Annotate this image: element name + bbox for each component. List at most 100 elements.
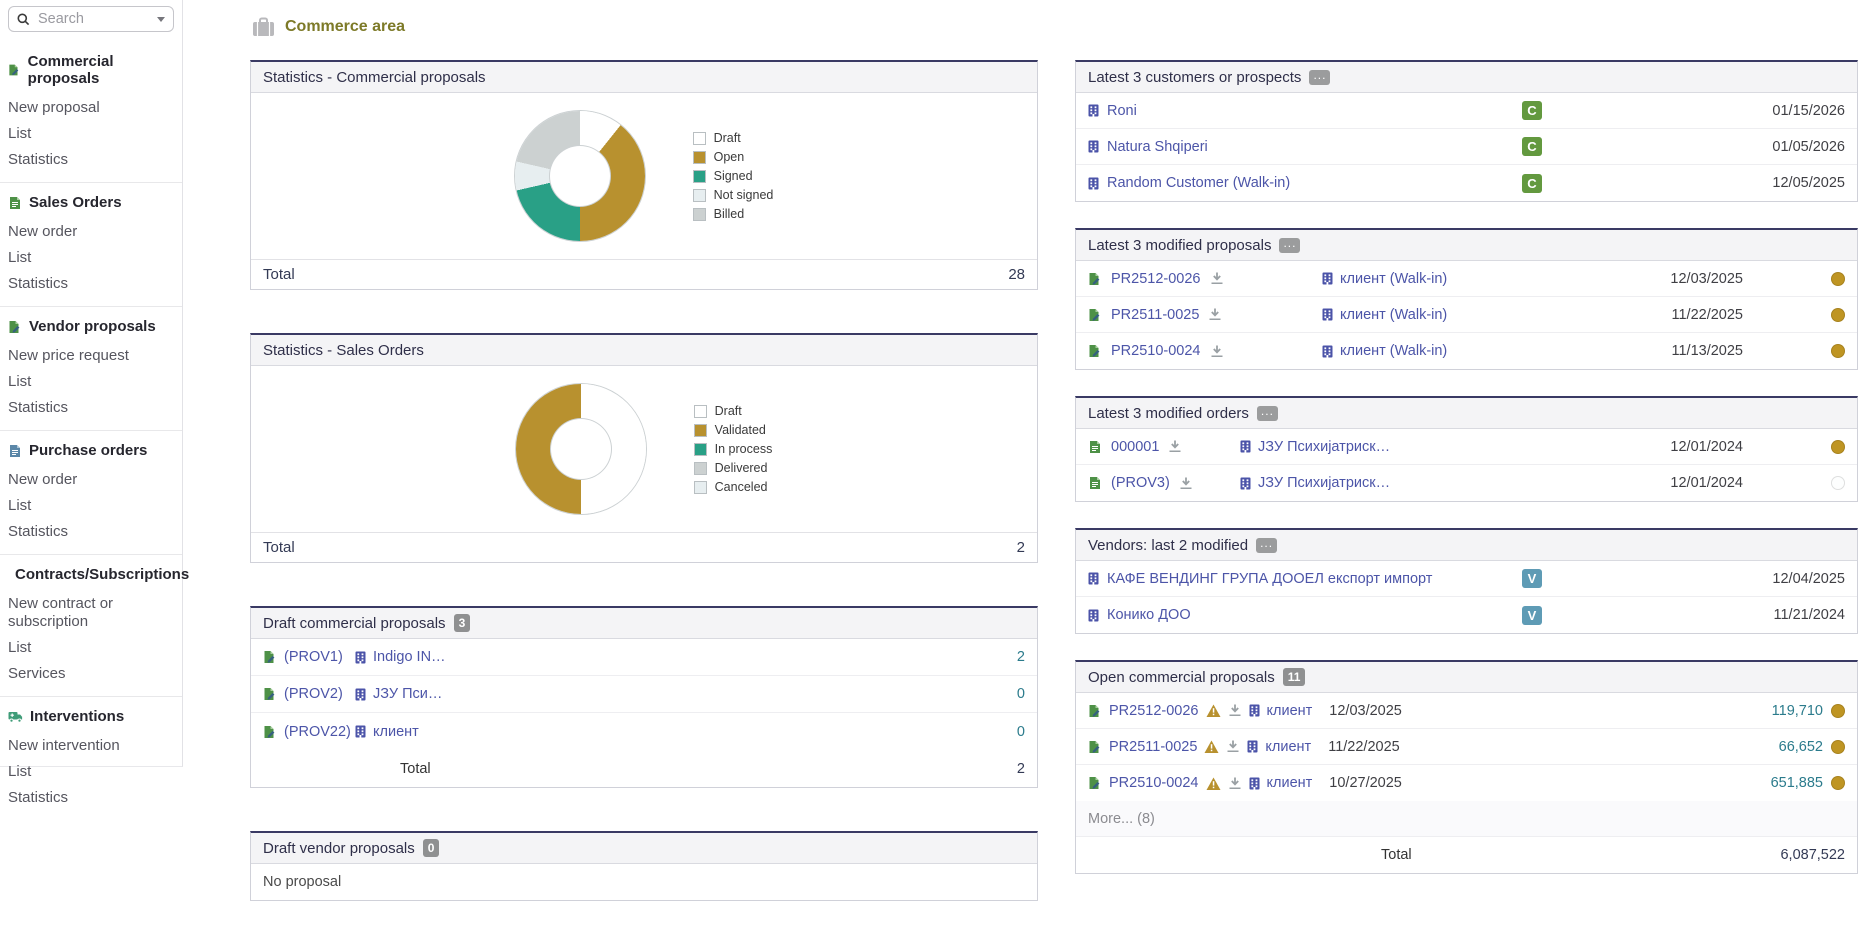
company-link[interactable]: ЈЗУ Пси… xyxy=(373,686,442,702)
download-icon[interactable] xyxy=(1228,704,1242,717)
proposal-ref-link[interactable]: PR2512-0026 xyxy=(1109,703,1199,719)
order-ref-link[interactable]: (PROV3) xyxy=(1111,475,1170,491)
sidebar-heading-purchase-orders[interactable]: Purchase orders xyxy=(0,440,182,461)
proposal-icon xyxy=(1089,308,1100,321)
customer-link[interactable]: Natura Shqiperi xyxy=(1107,139,1208,155)
draft-proposals-list: (PROV1) Indigo IN… 2 (PROV2) ЈЗУ Пси… 0 … xyxy=(251,639,1037,750)
sidebar-item[interactable]: List xyxy=(0,635,182,661)
building-icon xyxy=(1240,440,1251,453)
proposal-ref-link[interactable]: PR2511-0025 xyxy=(1109,739,1197,755)
building-icon xyxy=(1088,572,1099,585)
sidebar-item[interactable]: List xyxy=(0,245,182,271)
sidebar-item[interactable]: List xyxy=(0,493,182,519)
customer-link[interactable]: Random Customer (Walk-in) xyxy=(1107,175,1290,191)
modified-order-row[interactable]: (PROV3) ЈЗУ Психијатриск… 12/01/2024 xyxy=(1076,465,1857,501)
sidebar: Commercial proposals New proposalListSta… xyxy=(0,0,189,806)
sidebar-heading-label: Commercial proposals xyxy=(27,53,114,87)
vendor-row[interactable]: Конико ДОО V 11/21/2024 xyxy=(1076,597,1857,633)
download-icon[interactable] xyxy=(1168,440,1182,453)
draft-proposal-row[interactable]: (PROV22) клиент 0 xyxy=(251,713,1037,750)
proposal-ref-link[interactable]: (PROV22) xyxy=(284,724,351,740)
proposal-ref-link[interactable]: PR2510-0024 xyxy=(1109,775,1199,791)
sidebar-item[interactable]: New intervention xyxy=(0,733,182,759)
sidebar-item[interactable]: List xyxy=(0,121,182,147)
proposal-count-value[interactable]: 2 xyxy=(1017,649,1025,665)
proposal-count-value[interactable]: 0 xyxy=(1017,686,1025,702)
vendor-row[interactable]: КАФЕ ВЕНДИНГ ГРУПА ДООЕЛ експорт импорт … xyxy=(1076,561,1857,597)
proposal-amount[interactable]: 119,710 xyxy=(1772,703,1823,719)
proposal-count-value[interactable]: 0 xyxy=(1017,724,1025,740)
company-link[interactable]: клиент (Walk-in) xyxy=(1340,343,1447,359)
modified-order-row[interactable]: 000001 ЈЗУ Психијатриск… 12/01/2024 xyxy=(1076,429,1857,465)
sidebar-heading-interventions[interactable]: Interventions xyxy=(0,706,182,727)
proposal-ref-link[interactable]: PR2511-0025 xyxy=(1111,307,1199,323)
proposal-ref-link[interactable]: (PROV1) xyxy=(284,649,343,665)
sidebar-item[interactable]: New proposal xyxy=(0,95,182,121)
sidebar-item[interactable]: New contract or subscription xyxy=(0,591,182,635)
proposal-date: 12/03/2025 xyxy=(1329,702,1402,719)
sidebar-item[interactable]: Statistics xyxy=(0,147,182,173)
proposal-ref-link[interactable]: (PROV2) xyxy=(284,686,343,702)
company-link[interactable]: клиент xyxy=(1265,739,1311,755)
ellipsis-menu-icon[interactable]: ... xyxy=(1256,405,1278,421)
modified-proposal-row[interactable]: PR2511-0025 клиент (Walk-in) 11/22/2025 xyxy=(1076,297,1857,333)
draft-proposal-row[interactable]: (PROV1) Indigo IN… 2 xyxy=(251,639,1037,676)
customer-row[interactable]: Random Customer (Walk-in) C 12/05/2025 xyxy=(1076,165,1857,201)
company-link[interactable]: ЈЗУ Психијатриск… xyxy=(1258,475,1390,491)
open-proposal-row[interactable]: PR2512-0026 клиент 12/03/2025 119,710 xyxy=(1076,693,1857,729)
download-icon[interactable] xyxy=(1226,740,1240,753)
open-proposal-row[interactable]: PR2511-0025 клиент 11/22/2025 66,652 xyxy=(1076,729,1857,765)
company-link[interactable]: клиент xyxy=(1267,775,1313,791)
company-link[interactable]: клиент xyxy=(373,724,419,740)
company-link[interactable]: Indigo IN… xyxy=(373,649,446,665)
sidebar-item[interactable]: Statistics xyxy=(0,271,182,297)
draft-proposal-row[interactable]: (PROV2) ЈЗУ Пси… 0 xyxy=(251,676,1037,713)
open-proposal-info: PR2510-0024 клиент 10/27/2025 xyxy=(1088,775,1402,791)
sidebar-item[interactable]: New order xyxy=(0,467,182,493)
sidebar-section-vendor-proposals: Vendor proposals New price request List St… xyxy=(0,306,182,430)
company-link[interactable]: клиент (Walk-in) xyxy=(1340,271,1447,287)
customer-row[interactable]: Roni C 01/15/2026 xyxy=(1076,93,1857,129)
sidebar-item[interactable]: List xyxy=(0,759,182,785)
download-icon[interactable] xyxy=(1228,777,1242,790)
sidebar-item[interactable]: Statistics xyxy=(0,395,182,421)
download-icon[interactable] xyxy=(1208,308,1222,321)
search-input[interactable] xyxy=(36,10,151,28)
vendor-link[interactable]: Конико ДОО xyxy=(1107,607,1191,623)
sidebar-item[interactable]: Services xyxy=(0,661,182,687)
sidebar-heading-sales-orders[interactable]: Sales Orders xyxy=(0,192,182,213)
customer-link[interactable]: Roni xyxy=(1107,103,1137,119)
sidebar-item[interactable]: New order xyxy=(0,219,182,245)
search-dropdown-caret-icon[interactable] xyxy=(157,16,165,22)
more-row: More... (8) xyxy=(1076,801,1857,837)
proposal-ref-link[interactable]: PR2510-0024 xyxy=(1111,343,1201,359)
download-icon[interactable] xyxy=(1179,477,1193,490)
modified-proposal-row[interactable]: PR2510-0024 клиент (Walk-in) 11/13/2025 xyxy=(1076,333,1857,369)
open-proposal-row[interactable]: PR2510-0024 клиент 10/27/2025 651,885 xyxy=(1076,765,1857,801)
sidebar-heading-commercial-proposals[interactable]: Commercial proposals xyxy=(0,51,182,89)
ellipsis-menu-icon[interactable]: ... xyxy=(1279,237,1301,253)
search-box[interactable] xyxy=(8,6,174,32)
ellipsis-menu-icon[interactable]: ... xyxy=(1309,69,1331,85)
proposal-ref-link[interactable]: PR2512-0026 xyxy=(1111,271,1201,287)
download-icon[interactable] xyxy=(1210,272,1224,285)
company-link[interactable]: клиент (Walk-in) xyxy=(1340,307,1447,323)
proposal-amount[interactable]: 66,652 xyxy=(1779,739,1823,755)
more-link[interactable]: More... (8) xyxy=(1088,811,1155,827)
sidebar-item[interactable]: List xyxy=(0,369,182,395)
sidebar-item[interactable]: New price request xyxy=(0,343,182,369)
download-icon[interactable] xyxy=(1210,345,1224,358)
customer-row[interactable]: Natura Shqiperi C 01/05/2026 xyxy=(1076,129,1857,165)
vendor-link[interactable]: КАФЕ ВЕНДИНГ ГРУПА ДООЕЛ експорт импорт xyxy=(1107,571,1432,587)
modified-proposal-row[interactable]: PR2512-0026 клиент (Walk-in) 12/03/2025 xyxy=(1076,261,1857,297)
order-ref-link[interactable]: 000001 xyxy=(1111,439,1159,455)
sidebar-heading-contracts[interactable]: Contracts/Subscriptions xyxy=(0,564,189,585)
company-link[interactable]: клиент xyxy=(1267,703,1313,719)
company-link[interactable]: ЈЗУ Психијатриск… xyxy=(1258,439,1390,455)
ellipsis-menu-icon[interactable]: ... xyxy=(1256,537,1278,553)
sidebar-heading-vendor-proposals[interactable]: Vendor proposals xyxy=(0,316,182,337)
sidebar-item[interactable]: Statistics xyxy=(0,519,182,545)
box-title: Latest 3 customers or prospects xyxy=(1088,68,1302,86)
proposal-amount[interactable]: 651,885 xyxy=(1771,775,1823,791)
sidebar-item[interactable]: Statistics xyxy=(0,785,182,811)
